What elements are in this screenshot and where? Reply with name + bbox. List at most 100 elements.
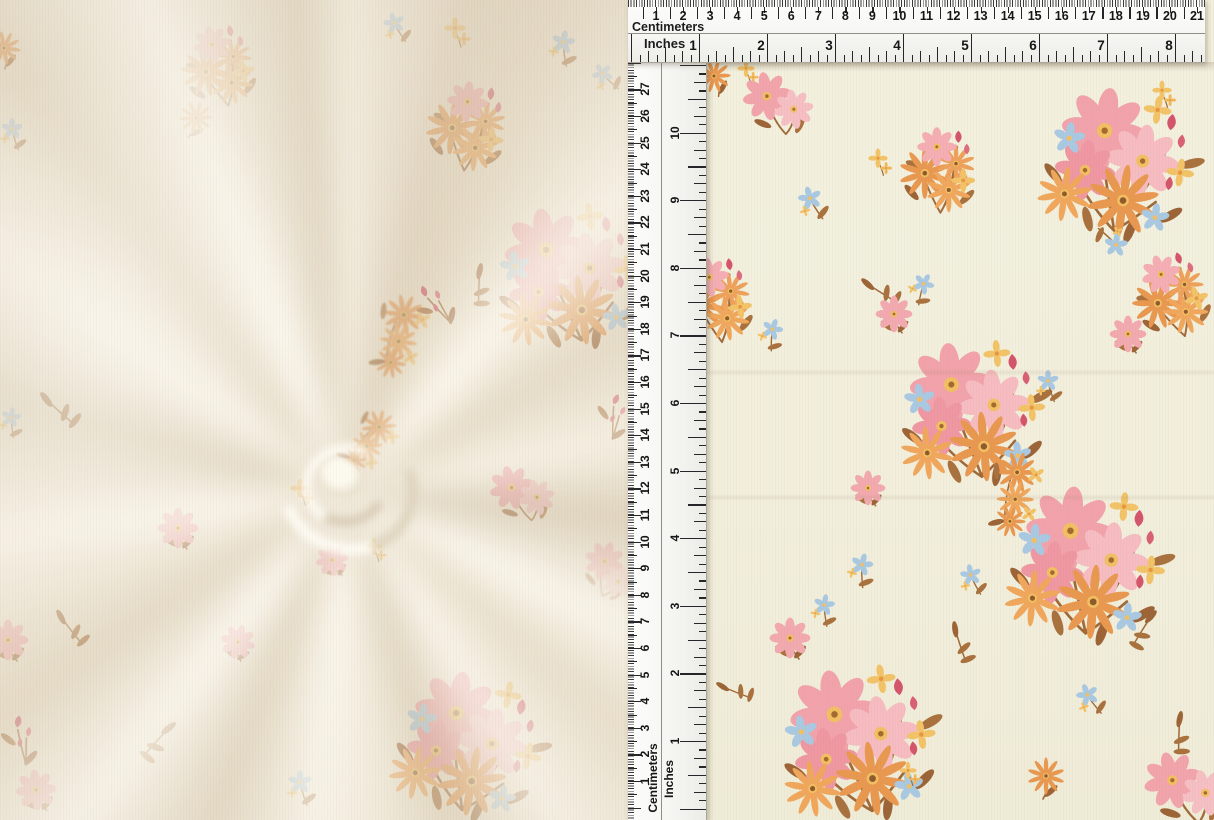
eighth-inch-tick xyxy=(699,496,707,497)
half-cm-tick xyxy=(886,7,887,19)
cm-number: 24 xyxy=(638,163,652,176)
quarter-inch-tick xyxy=(852,51,853,62)
half-cm-tick xyxy=(628,608,637,609)
scrunched-fabric-photo xyxy=(0,0,628,820)
flower-cluster-orangebouquet xyxy=(301,0,628,293)
flower-cluster-bluesprig xyxy=(720,432,999,711)
flower-cluster-bluesprig xyxy=(944,556,1214,820)
half-cm-tick xyxy=(628,422,637,423)
eighth-inch-tick xyxy=(810,55,811,62)
half-cm-tick xyxy=(628,528,637,529)
flower-cluster-bluesprig xyxy=(772,142,1067,437)
quarter-inch-tick xyxy=(1158,51,1159,62)
flower-cluster-orangesolo xyxy=(64,0,329,250)
cm-number: 23 xyxy=(638,189,652,202)
eighth-inch-tick xyxy=(699,141,707,142)
left-flower-layer xyxy=(0,0,628,820)
inch-number: 5 xyxy=(668,467,682,474)
half-cm-tick xyxy=(628,369,637,370)
cm-number: 5 xyxy=(755,9,773,23)
eighth-inch-tick xyxy=(699,766,707,767)
half-cm-tick xyxy=(913,7,914,19)
eighth-inch-tick xyxy=(1167,55,1168,62)
quarter-inch-tick xyxy=(750,51,751,62)
eighth-inch-tick xyxy=(1031,55,1032,62)
half-cm-tick xyxy=(628,395,637,396)
quarter-inch-tick xyxy=(988,51,989,62)
half-cm-tick xyxy=(628,768,637,769)
inch-number: 4 xyxy=(888,38,906,53)
eighth-inch-tick xyxy=(699,699,707,700)
eighth-inch-tick xyxy=(699,682,707,683)
eighth-inch-tick xyxy=(1048,55,1049,62)
half-cm-tick xyxy=(859,7,860,19)
inch-tick xyxy=(680,809,706,810)
quarter-inch-tick xyxy=(694,251,706,252)
cm-number: 9 xyxy=(863,9,881,23)
quarter-inch-tick xyxy=(920,51,921,62)
fabric-crease-line xyxy=(628,494,1214,501)
half-cm-tick xyxy=(628,635,637,636)
eighth-inch-tick xyxy=(946,55,947,62)
cm-number: 6 xyxy=(638,645,652,652)
half-inch-tick xyxy=(1141,47,1142,62)
cm-number: 18 xyxy=(638,322,652,335)
half-cm-tick xyxy=(1075,7,1076,19)
flower-cluster-orangebouquet xyxy=(54,0,381,232)
half-cm-tick xyxy=(628,715,637,716)
flower-cluster-budbranch xyxy=(455,261,628,580)
inch-tick xyxy=(680,673,706,674)
cm-number: 10 xyxy=(638,535,652,548)
eighth-inch-tick xyxy=(1014,55,1015,62)
fabric-vignette xyxy=(0,0,628,820)
flower-cluster-pinkduo xyxy=(472,432,628,709)
flower-cluster-pinksolo xyxy=(786,206,1002,422)
quarter-inch-tick xyxy=(694,758,706,759)
eighth-inch-tick xyxy=(699,175,707,176)
eighth-inch-tick xyxy=(699,749,707,750)
cm-number: 11 xyxy=(918,9,936,23)
half-cm-tick xyxy=(628,156,637,157)
inch-number: 1 xyxy=(668,738,682,745)
eighth-inch-tick xyxy=(699,327,707,328)
flower-cluster-bluesprig xyxy=(264,0,529,162)
quarter-inch-tick xyxy=(694,285,706,286)
inch-number: 3 xyxy=(668,602,682,609)
quarter-inch-tick xyxy=(694,690,706,691)
flower-cluster-bluesprig xyxy=(940,280,1156,496)
quarter-inch-tick xyxy=(1090,51,1091,62)
fabric-product-photo: 123456789101112131415161718192021 Centim… xyxy=(0,0,1214,820)
eighth-inch-tick xyxy=(1133,55,1134,62)
flower-cluster-bluesprig xyxy=(0,306,128,542)
right-flower-layer xyxy=(628,0,1214,820)
inch-number: 9 xyxy=(668,197,682,204)
inch-tick xyxy=(680,538,706,539)
half-cm-tick xyxy=(628,475,637,476)
flower-cluster-pinksolo xyxy=(0,520,128,760)
quarter-inch-tick xyxy=(818,51,819,62)
quarter-inch-tick xyxy=(694,792,706,793)
quarter-inch-tick xyxy=(784,51,785,62)
eighth-inch-tick xyxy=(1082,55,1083,62)
eighth-inch-tick xyxy=(699,259,707,260)
inch-number: 8 xyxy=(1160,38,1178,53)
eighth-inch-tick xyxy=(657,55,658,62)
half-inch-tick xyxy=(688,504,706,505)
cm-number: 7 xyxy=(638,618,652,625)
quarter-inch-tick xyxy=(694,488,706,489)
eighth-inch-tick xyxy=(691,55,692,62)
flower-cluster-bigbouquet xyxy=(645,521,1079,820)
cm-number: 26 xyxy=(638,109,652,122)
cm-number: 13 xyxy=(638,455,652,468)
eighth-inch-tick xyxy=(912,55,913,62)
eighth-inch-tick xyxy=(980,55,981,62)
quarter-inch-tick xyxy=(694,623,706,624)
flower-cluster-pinkduo xyxy=(995,595,1214,820)
half-cm-tick xyxy=(628,262,637,263)
cm-number: 7 xyxy=(809,9,827,23)
inch-tick xyxy=(680,335,706,336)
flower-cluster-yellowsprig xyxy=(812,676,1004,820)
millimeter-tick-strip xyxy=(628,0,1205,7)
cm-number: 4 xyxy=(728,9,746,23)
eighth-inch-tick xyxy=(699,378,707,379)
